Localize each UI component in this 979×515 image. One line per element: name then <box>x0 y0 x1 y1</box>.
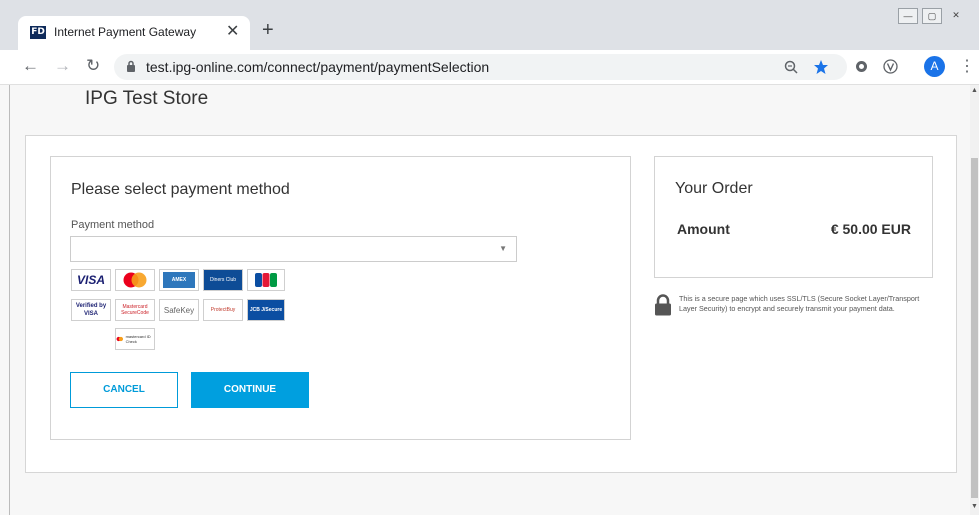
profile-avatar[interactable]: A <box>924 56 945 77</box>
store-name: IPG Test Store <box>85 88 209 109</box>
padlock-icon <box>655 294 671 316</box>
browser-tab-strip: FD Internet Payment Gateway ✕ + — ▢ ✕ <box>0 0 979 50</box>
tab-title: Internet Payment Gateway <box>54 25 197 39</box>
tab-close-icon[interactable]: ✕ <box>226 21 239 41</box>
amount-value: € 50.00 EUR <box>830 221 911 237</box>
reload-button[interactable]: ↻ <box>86 56 100 76</box>
mastercard-idcheck-logo[interactable]: mastercard ID Check <box>115 328 155 350</box>
mastercard-circles-icon <box>123 272 147 288</box>
scroll-thumb[interactable] <box>971 158 978 498</box>
continue-button[interactable]: CONTINUE <box>191 372 309 408</box>
order-heading: Your Order <box>675 180 753 197</box>
browser-tab[interactable]: FD Internet Payment Gateway ✕ <box>18 16 250 50</box>
protectbuy-logo[interactable]: ProtectBuy <box>203 299 243 321</box>
page-viewport: IPG Test Store Please select payment met… <box>0 85 979 515</box>
fd-favicon-icon: FD <box>30 26 46 39</box>
extension-v-icon[interactable] <box>883 59 898 74</box>
address-bar[interactable]: test.ipg-online.com/connect/payment/paym… <box>114 54 847 80</box>
amount-label: Amount <box>677 221 730 237</box>
jcb-logo[interactable] <box>247 269 285 291</box>
window-close-button[interactable]: ✕ <box>946 8 966 24</box>
page-left-border <box>9 85 10 515</box>
lock-icon[interactable] <box>126 60 136 73</box>
mastercard-mini-icon <box>116 336 124 342</box>
scrollbar[interactable]: ▲ ▼ <box>970 85 979 515</box>
visa-logo[interactable]: VISA <box>71 269 111 291</box>
browser-menu-icon[interactable]: ⋮ <box>959 56 975 76</box>
bookmark-star-icon[interactable] <box>813 59 829 75</box>
safekey-logo[interactable]: SafeKey <box>159 299 199 321</box>
browser-toolbar: ← → ↻ test.ipg-online.com/connect/paymen… <box>0 50 979 85</box>
extension-circle-icon[interactable] <box>855 60 868 73</box>
amex-badge: AMEX <box>163 272 195 288</box>
chevron-down-icon: ▼ <box>499 244 507 253</box>
payment-method-label: Payment method <box>71 219 155 231</box>
cancel-button[interactable]: CANCEL <box>70 372 178 408</box>
scroll-down-icon[interactable]: ▼ <box>971 503 978 510</box>
forward-button[interactable]: → <box>54 56 71 76</box>
payment-method-select[interactable]: ▼ <box>70 236 517 262</box>
scroll-up-icon[interactable]: ▲ <box>971 87 978 94</box>
amex-logo[interactable]: AMEX <box>159 269 199 291</box>
minimize-button[interactable]: — <box>898 8 918 24</box>
mastercard-logo[interactable] <box>115 269 155 291</box>
security-note: This is a secure page which uses SSL/TLS… <box>679 294 920 313</box>
order-summary-panel: Your Order Amount € 50.00 EUR <box>654 156 933 278</box>
back-button[interactable]: ← <box>22 56 39 76</box>
maximize-button[interactable]: ▢ <box>922 8 942 24</box>
new-tab-button[interactable]: + <box>262 19 274 42</box>
payment-method-panel: Please select payment method Payment met… <box>50 156 631 440</box>
diners-club-logo[interactable]: Diners Club <box>203 269 243 291</box>
verified-by-visa-logo[interactable]: Verified by VISA <box>71 299 111 321</box>
jcb-jsecure-logo[interactable]: JCB J/Secure <box>247 299 285 321</box>
url-text[interactable]: test.ipg-online.com/connect/payment/paym… <box>146 59 489 75</box>
payment-heading: Please select payment method <box>71 181 290 198</box>
jcb-stripes-icon <box>255 273 277 287</box>
mastercard-securecode-logo[interactable]: Mastercard SecureCode <box>115 299 155 321</box>
zoom-icon[interactable] <box>784 60 798 74</box>
checkout-container: Please select payment method Payment met… <box>25 135 957 473</box>
